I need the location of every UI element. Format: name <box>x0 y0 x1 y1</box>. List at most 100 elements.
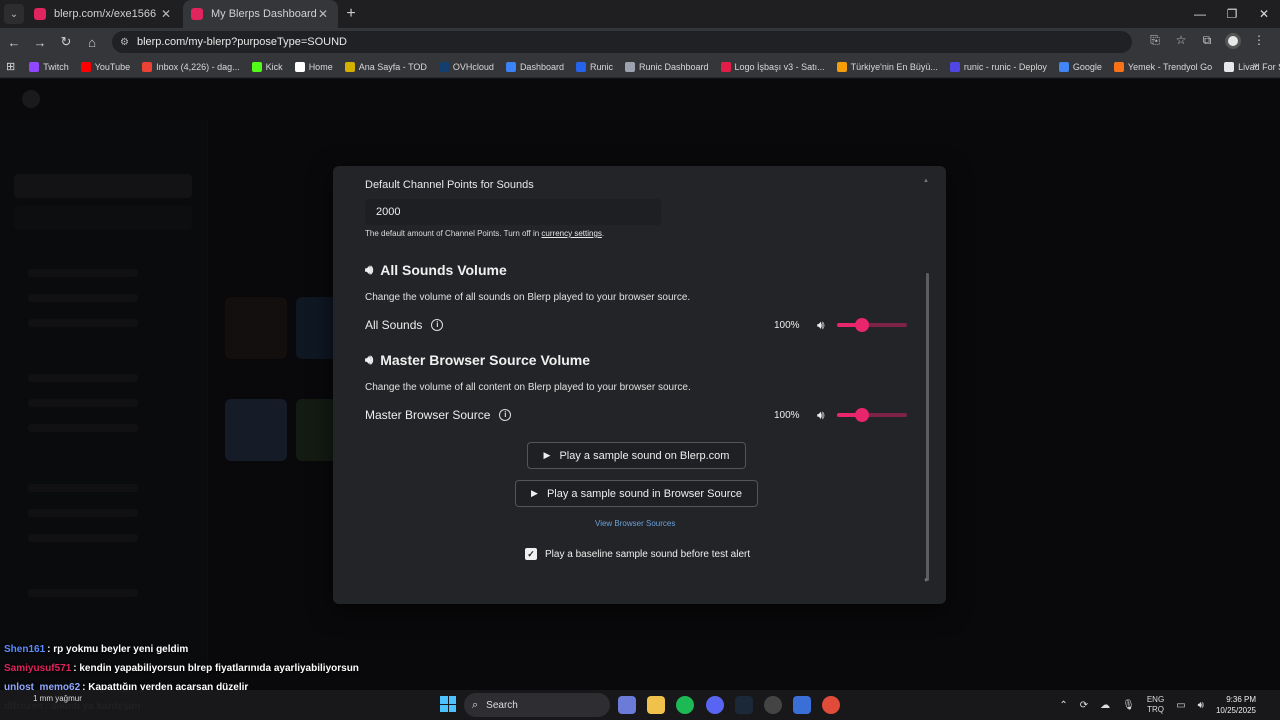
master-volume-slider[interactable] <box>837 408 907 422</box>
extensions-icon[interactable]: ⧉ <box>1194 33 1220 52</box>
bookmark-favicon-icon <box>80 61 91 72</box>
scroll-up-arrow-icon[interactable]: ▲ <box>923 178 929 184</box>
info-icon[interactable]: i <box>499 409 512 421</box>
bookmark-star-icon[interactable]: ☆ <box>1168 33 1194 52</box>
bookmark-favicon-icon <box>720 61 731 72</box>
slider-handle[interactable] <box>854 408 869 422</box>
default-points-help: The default amount of Channel Points. Tu… <box>365 229 604 238</box>
chat-text: : kendin yapabiliyorsun blrep fiyatların… <box>73 663 359 674</box>
steam-app-icon[interactable] <box>735 696 753 714</box>
chat-text: : rp yokmu beyler yeni geldim <box>47 644 189 655</box>
tab-search-button[interactable]: ⌄ <box>4 4 24 24</box>
obs-app-icon[interactable] <box>764 696 782 714</box>
all-sounds-volume-slider[interactable] <box>837 318 907 332</box>
help-text: The default amount of Channel Points. Tu… <box>365 229 540 238</box>
bookmark-label: Runic Dashboard <box>638 61 709 72</box>
taskbar-search[interactable]: ⌕ Search <box>464 693 610 717</box>
new-tab-button[interactable]: + <box>340 5 362 23</box>
url-text: blerp.com/my-blerp?purposeType=SOUND <box>136 36 347 48</box>
home-icon[interactable]: ⌂ <box>80 35 104 50</box>
bookmark-item[interactable]: Türkiye'nin En Büyü... <box>836 61 938 72</box>
site-info-icon[interactable]: ⚙ <box>120 37 129 48</box>
profile-avatar[interactable] <box>1220 32 1246 52</box>
windows-start-icon[interactable] <box>440 696 456 712</box>
volume-icon[interactable]: 🔊︎ <box>817 318 825 333</box>
file-explorer-app-icon[interactable] <box>647 696 665 714</box>
clock[interactable]: 9:36 PM 10/25/2025 <box>1216 694 1256 716</box>
bookmark-item[interactable]: Home <box>294 61 333 72</box>
tab-blerp-exe[interactable]: blerp.com/x/exe1566 ✕ <box>26 0 181 28</box>
modal-scrollbar-thumb[interactable] <box>926 273 929 581</box>
all-sounds-heading: 🔊︎ All Sounds Volume <box>365 262 507 278</box>
view-browser-sources-link[interactable]: View Browser Sources <box>595 519 675 528</box>
install-app-icon[interactable]: ⎘ <box>1142 33 1168 52</box>
play-sample-browser-button[interactable]: ▶ Play a sample sound in Browser Source <box>515 480 758 507</box>
microphone-icon[interactable]: 🎙︎ <box>1122 700 1135 711</box>
currency-settings-link[interactable]: currency settings <box>541 229 601 238</box>
baseline-checkbox-label: Play a baseline sample sound before test… <box>545 548 751 560</box>
chrome-app-icon[interactable] <box>822 696 840 714</box>
scroll-down-arrow-icon[interactable]: ▼ <box>923 578 929 584</box>
baseline-checkbox[interactable]: ✓ <box>525 548 537 560</box>
default-points-input[interactable]: 2000 <box>365 199 661 225</box>
bookmark-label: Livad For Streamers <box>1238 61 1280 72</box>
bookmark-item[interactable]: Ana Sayfa - TOD <box>344 61 427 72</box>
play-sample-web-button[interactable]: ▶ Play a sample sound on Blerp.com <box>527 442 746 469</box>
back-icon[interactable]: ← <box>2 35 26 50</box>
info-icon[interactable]: i <box>431 319 444 331</box>
spotify-app-icon[interactable] <box>676 696 694 714</box>
maximize-icon[interactable]: ❐ <box>1216 0 1248 28</box>
bookmark-item[interactable]: Runic Dashboard <box>624 61 709 72</box>
bookmark-item[interactable]: Runic <box>575 61 613 72</box>
bookmark-item[interactable]: Dashboard <box>505 61 564 72</box>
bookmark-item[interactable]: YouTube <box>80 61 130 72</box>
bookmark-item[interactable]: Yemek - Trendyol Go <box>1113 61 1212 72</box>
cloud-icon[interactable]: ☁ <box>1100 700 1110 711</box>
tab-my-blerps-dashboard[interactable]: My Blerps Dashboard ✕ <box>183 0 338 28</box>
discord-app-icon[interactable] <box>706 696 724 714</box>
lang-top: ENG <box>1146 695 1165 704</box>
play-icon: ▶ <box>531 488 538 498</box>
forward-icon[interactable]: → <box>28 35 52 50</box>
close-tab-icon[interactable]: ✕ <box>316 7 330 21</box>
volume-icon[interactable]: 🔊︎ <box>817 408 825 423</box>
baseline-sound-option[interactable]: ✓ Play a baseline sample sound before te… <box>525 548 750 560</box>
bookmark-item[interactable]: Google <box>1058 61 1102 72</box>
bookmark-label: Twitch <box>43 61 69 72</box>
default-points-label: Default Channel Points for Sounds <box>365 179 534 191</box>
master-volume-row: Master Browser Source i 100% 🔊︎ <box>365 405 910 425</box>
display-icon[interactable]: ▭ <box>1176 700 1185 711</box>
gog-app-icon[interactable] <box>793 696 811 714</box>
bookmark-favicon-icon <box>294 61 305 72</box>
language-indicator[interactable]: ENG TRQ <box>1147 695 1164 715</box>
bookmark-label: Ana Sayfa - TOD <box>358 61 427 72</box>
bookmark-favicon-icon <box>142 61 153 72</box>
minimize-icon[interactable]: — <box>1184 0 1216 28</box>
reload-icon[interactable]: ↻ <box>54 34 78 50</box>
bookmark-label: Google <box>1072 61 1102 72</box>
time: 9:36 PM <box>1226 695 1256 704</box>
browser-menu-icon[interactable]: ⋮ <box>1246 33 1272 52</box>
tray-app-icon[interactable]: ⟳ <box>1080 700 1088 711</box>
slider-handle[interactable] <box>854 318 869 332</box>
apps-grid-icon[interactable]: ⊞ <box>6 60 15 73</box>
search-icon: ⌕ <box>472 698 479 711</box>
speaker-tray-icon[interactable]: 🔊︎ <box>1198 700 1204 711</box>
close-tab-icon[interactable]: ✕ <box>159 7 173 21</box>
close-window-icon[interactable]: ✕ <box>1248 0 1280 28</box>
bookmark-item[interactable]: Logo İşbaşı v3 - Satı... <box>720 61 825 72</box>
bookmark-item[interactable]: Inbox (4,226) - dag... <box>142 61 240 72</box>
weather-text[interactable]: 1 mm yağmur <box>33 694 82 703</box>
blerp-favicon-icon <box>34 8 46 20</box>
bookmark-item[interactable]: runic - runic - Deploy <box>949 61 1047 72</box>
more-bookmarks-icon[interactable]: » <box>1252 60 1258 71</box>
master-volume-percent: 100% <box>774 409 800 421</box>
bookmark-item[interactable]: OVHcloud <box>438 61 494 72</box>
bookmark-favicon-icon <box>1058 61 1069 72</box>
bookmark-item[interactable]: Kick <box>251 61 283 72</box>
address-bar[interactable]: ⚙ blerp.com/my-blerp?purposeType=SOUND <box>112 31 1132 53</box>
bookmark-favicon-icon <box>836 61 847 72</box>
tray-overflow-icon[interactable]: ⌃ <box>1059 700 1067 711</box>
copilot-app-icon[interactable] <box>618 696 636 714</box>
bookmark-item[interactable]: Twitch <box>29 61 69 72</box>
